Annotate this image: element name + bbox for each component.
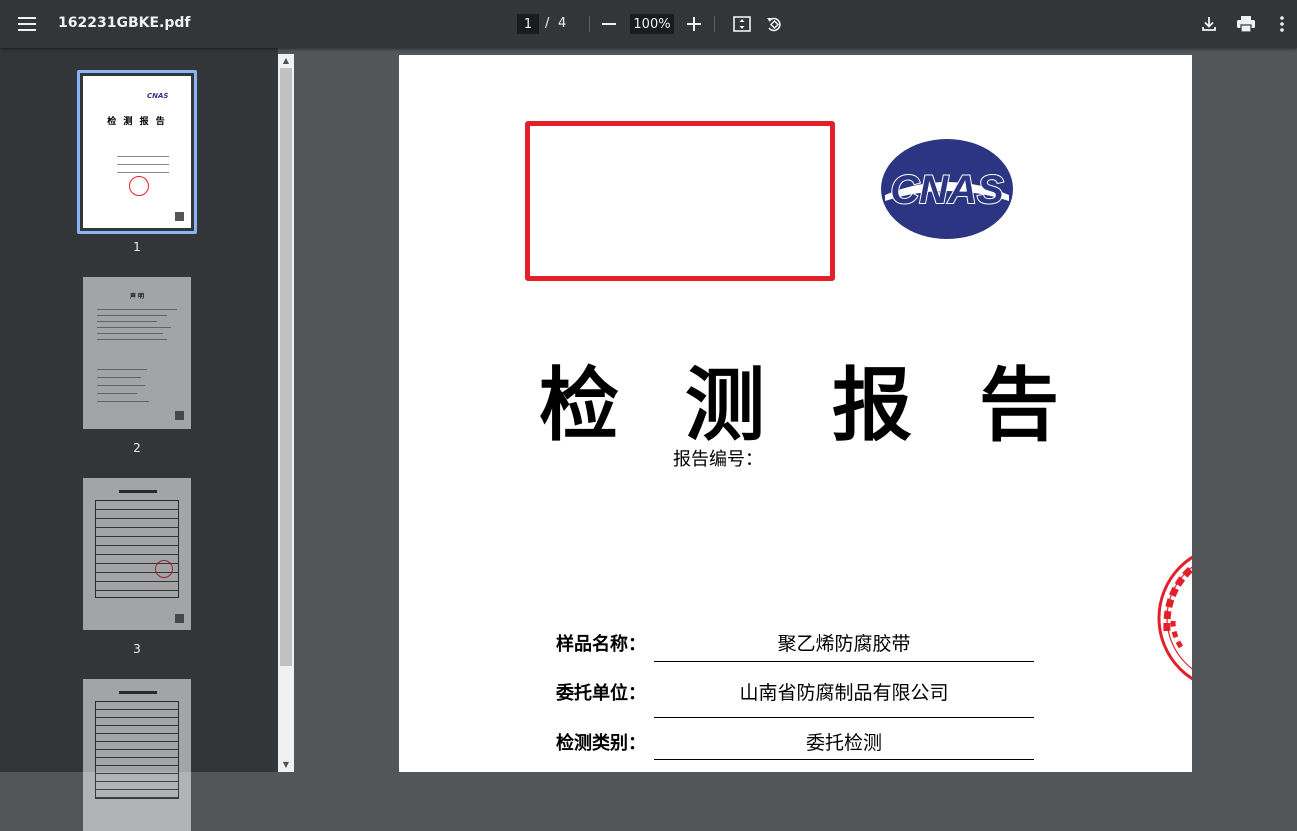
page-number-input[interactable]	[517, 14, 539, 34]
sample-name-label: 样品名称：	[556, 634, 646, 655]
thumb-line	[97, 401, 149, 402]
page-thumbnail-4[interactable]	[83, 679, 191, 831]
plus-icon	[687, 17, 701, 31]
title-char-3: 报	[832, 359, 912, 452]
pdf-toolbar: 162231GBKE.pdf / 4	[0, 0, 1297, 48]
client-label: 委托单位：	[556, 683, 646, 704]
thumb-line	[97, 339, 167, 340]
red-seal-stamp	[1157, 555, 1192, 681]
cnas-logo-text: CNAS	[890, 168, 1004, 212]
vertical-dots-icon	[1280, 16, 1284, 32]
thumb-table	[95, 701, 179, 799]
thumb-line	[97, 321, 157, 322]
thumb-line	[97, 385, 145, 386]
thumb-table	[95, 500, 179, 598]
cnas-logo: CNAS	[881, 139, 1013, 239]
thumb-line	[97, 315, 167, 316]
sidebar-scrollbar[interactable]: ▲ ▼	[278, 54, 294, 772]
thumbnail-number: 3	[133, 642, 141, 656]
thumb-title: 声 明	[129, 293, 145, 300]
field-underline	[654, 661, 1034, 662]
total-pages: 4	[558, 16, 567, 31]
toolbar-divider	[589, 16, 590, 32]
download-button[interactable]	[1193, 8, 1225, 40]
thumbnail-number: 1	[133, 240, 141, 254]
title-char-2: 测	[685, 359, 765, 452]
more-options-button[interactable]	[1266, 8, 1297, 40]
test-category-value: 委托检测	[805, 732, 882, 754]
page-thumbnail-2[interactable]: 声 明	[83, 277, 191, 429]
scroll-up-arrow-icon[interactable]: ▲	[278, 54, 294, 68]
menu-button[interactable]	[11, 8, 43, 40]
hamburger-menu-icon	[18, 17, 36, 31]
page-separator: /	[545, 16, 550, 31]
field-underline	[654, 717, 1034, 718]
thumb-seal	[155, 560, 173, 578]
thumb-line	[97, 333, 163, 334]
red-annotation-box	[525, 121, 835, 281]
thumb-title: 检 测 报 告	[107, 117, 167, 127]
thumb-header-bar	[119, 490, 157, 493]
thumb-line	[97, 393, 137, 394]
fit-to-page-button[interactable]	[726, 8, 758, 40]
page-thumbnail-1[interactable]: CNAS 检 测 报 告	[83, 76, 191, 228]
title-char-4: 告	[979, 359, 1059, 452]
thumb-line	[117, 164, 169, 165]
printer-icon	[1237, 16, 1255, 32]
thumb-line	[97, 377, 141, 378]
client-value: 山南省防腐制品有限公司	[739, 682, 949, 704]
thumb-line	[97, 309, 177, 310]
title-char-1: 检	[539, 359, 619, 452]
print-button[interactable]	[1230, 8, 1262, 40]
zoom-input[interactable]	[630, 14, 674, 34]
thumb-line	[117, 156, 169, 157]
zoom-out-button[interactable]	[593, 8, 625, 40]
thumb-cnas-logo: CNAS	[147, 92, 169, 100]
download-icon	[1202, 17, 1216, 31]
thumb-qr	[175, 411, 184, 420]
minus-icon	[602, 23, 616, 25]
thumb-line	[97, 369, 147, 370]
zoom-in-button[interactable]	[678, 8, 710, 40]
test-category-label: 检测类别：	[556, 733, 646, 754]
thumb-line	[97, 327, 171, 328]
pdf-page-1: CNAS 检 测 报 告 报告编号： 样品名称： 聚乙烯防腐胶带 委托单位： 山…	[399, 55, 1192, 772]
scroll-thumb[interactable]	[280, 68, 292, 666]
document-title: 162231GBKE.pdf	[58, 15, 191, 31]
rotate-button[interactable]	[758, 8, 790, 40]
field-underline	[654, 759, 1034, 760]
scroll-down-arrow-icon[interactable]: ▼	[278, 758, 294, 772]
thumb-line	[117, 172, 169, 173]
thumb-qr	[175, 212, 184, 221]
page-thumbnail-3[interactable]	[83, 478, 191, 630]
sample-name-value: 聚乙烯防腐胶带	[777, 633, 911, 655]
thumbnail-sidebar: CNAS 检 测 报 告 1 声 明 2 3	[0, 48, 278, 831]
thumb-seal	[129, 176, 149, 196]
thumb-qr	[175, 614, 184, 623]
fit-page-icon	[733, 16, 751, 32]
thumb-header-bar	[119, 691, 157, 694]
toolbar-divider	[714, 16, 715, 32]
rotate-counterclockwise-icon	[767, 17, 781, 32]
thumbnail-number: 2	[133, 441, 141, 455]
report-number-label: 报告编号：	[673, 449, 763, 470]
